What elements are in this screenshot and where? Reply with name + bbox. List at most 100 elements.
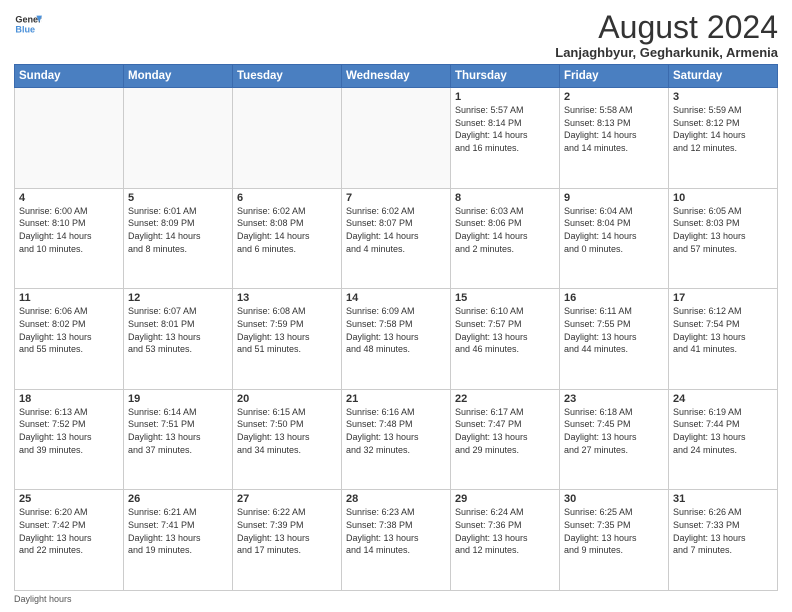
day-number-11: 11 [19, 292, 119, 304]
day-number-18: 18 [19, 393, 119, 405]
day-number-25: 25 [19, 493, 119, 505]
cell-1-5: 9Sunrise: 6:04 AM Sunset: 8:04 PM Daylig… [560, 188, 669, 289]
week-row-4: 25Sunrise: 6:20 AM Sunset: 7:42 PM Dayli… [15, 490, 778, 591]
header-saturday: Saturday [669, 65, 778, 88]
day-info-22: Sunrise: 6:17 AM Sunset: 7:47 PM Dayligh… [455, 406, 555, 456]
cell-1-6: 10Sunrise: 6:05 AM Sunset: 8:03 PM Dayli… [669, 188, 778, 289]
header-thursday: Thursday [451, 65, 560, 88]
week-row-3: 18Sunrise: 6:13 AM Sunset: 7:52 PM Dayli… [15, 389, 778, 490]
header-tuesday: Tuesday [233, 65, 342, 88]
cell-0-5: 2Sunrise: 5:58 AM Sunset: 8:13 PM Daylig… [560, 88, 669, 189]
cell-0-0 [15, 88, 124, 189]
day-info-23: Sunrise: 6:18 AM Sunset: 7:45 PM Dayligh… [564, 406, 664, 456]
day-info-24: Sunrise: 6:19 AM Sunset: 7:44 PM Dayligh… [673, 406, 773, 456]
cell-4-2: 27Sunrise: 6:22 AM Sunset: 7:39 PM Dayli… [233, 490, 342, 591]
cell-2-3: 14Sunrise: 6:09 AM Sunset: 7:58 PM Dayli… [342, 289, 451, 390]
cell-3-6: 24Sunrise: 6:19 AM Sunset: 7:44 PM Dayli… [669, 389, 778, 490]
day-number-12: 12 [128, 292, 228, 304]
logo: General Blue General [14, 10, 45, 38]
day-info-16: Sunrise: 6:11 AM Sunset: 7:55 PM Dayligh… [564, 305, 664, 355]
day-info-25: Sunrise: 6:20 AM Sunset: 7:42 PM Dayligh… [19, 506, 119, 556]
day-info-21: Sunrise: 6:16 AM Sunset: 7:48 PM Dayligh… [346, 406, 446, 456]
cell-1-2: 6Sunrise: 6:02 AM Sunset: 8:08 PM Daylig… [233, 188, 342, 289]
day-number-31: 31 [673, 493, 773, 505]
cell-0-6: 3Sunrise: 5:59 AM Sunset: 8:12 PM Daylig… [669, 88, 778, 189]
cell-2-4: 15Sunrise: 6:10 AM Sunset: 7:57 PM Dayli… [451, 289, 560, 390]
cell-0-1 [124, 88, 233, 189]
day-info-15: Sunrise: 6:10 AM Sunset: 7:57 PM Dayligh… [455, 305, 555, 355]
day-info-27: Sunrise: 6:22 AM Sunset: 7:39 PM Dayligh… [237, 506, 337, 556]
day-number-15: 15 [455, 292, 555, 304]
header: General Blue General August 2024 Lanjagh… [14, 10, 778, 60]
day-number-13: 13 [237, 292, 337, 304]
page: General Blue General August 2024 Lanjagh… [0, 0, 792, 612]
cell-3-3: 21Sunrise: 6:16 AM Sunset: 7:48 PM Dayli… [342, 389, 451, 490]
cell-4-5: 30Sunrise: 6:25 AM Sunset: 7:35 PM Dayli… [560, 490, 669, 591]
day-info-6: Sunrise: 6:02 AM Sunset: 8:08 PM Dayligh… [237, 205, 337, 255]
cell-2-2: 13Sunrise: 6:08 AM Sunset: 7:59 PM Dayli… [233, 289, 342, 390]
day-number-16: 16 [564, 292, 664, 304]
day-number-2: 2 [564, 91, 664, 103]
day-number-6: 6 [237, 192, 337, 204]
title-block: August 2024 Lanjaghbyur, Gegharkunik, Ar… [555, 10, 778, 60]
header-wednesday: Wednesday [342, 65, 451, 88]
calendar-header-row: SundayMondayTuesdayWednesdayThursdayFrid… [15, 65, 778, 88]
day-number-1: 1 [455, 91, 555, 103]
day-info-8: Sunrise: 6:03 AM Sunset: 8:06 PM Dayligh… [455, 205, 555, 255]
daylight-note: Daylight hours [14, 594, 72, 604]
day-info-29: Sunrise: 6:24 AM Sunset: 7:36 PM Dayligh… [455, 506, 555, 556]
cell-1-1: 5Sunrise: 6:01 AM Sunset: 8:09 PM Daylig… [124, 188, 233, 289]
cell-2-0: 11Sunrise: 6:06 AM Sunset: 8:02 PM Dayli… [15, 289, 124, 390]
day-number-3: 3 [673, 91, 773, 103]
cell-4-6: 31Sunrise: 6:26 AM Sunset: 7:33 PM Dayli… [669, 490, 778, 591]
location: Lanjaghbyur, Gegharkunik, Armenia [555, 45, 778, 60]
day-info-10: Sunrise: 6:05 AM Sunset: 8:03 PM Dayligh… [673, 205, 773, 255]
header-friday: Friday [560, 65, 669, 88]
day-info-5: Sunrise: 6:01 AM Sunset: 8:09 PM Dayligh… [128, 205, 228, 255]
cell-0-2 [233, 88, 342, 189]
calendar-table: SundayMondayTuesdayWednesdayThursdayFrid… [14, 64, 778, 591]
day-info-19: Sunrise: 6:14 AM Sunset: 7:51 PM Dayligh… [128, 406, 228, 456]
day-info-17: Sunrise: 6:12 AM Sunset: 7:54 PM Dayligh… [673, 305, 773, 355]
cell-4-1: 26Sunrise: 6:21 AM Sunset: 7:41 PM Dayli… [124, 490, 233, 591]
cell-2-1: 12Sunrise: 6:07 AM Sunset: 8:01 PM Dayli… [124, 289, 233, 390]
day-number-30: 30 [564, 493, 664, 505]
cell-2-6: 17Sunrise: 6:12 AM Sunset: 7:54 PM Dayli… [669, 289, 778, 390]
day-number-9: 9 [564, 192, 664, 204]
day-info-3: Sunrise: 5:59 AM Sunset: 8:12 PM Dayligh… [673, 104, 773, 154]
day-number-21: 21 [346, 393, 446, 405]
cell-3-4: 22Sunrise: 6:17 AM Sunset: 7:47 PM Dayli… [451, 389, 560, 490]
day-number-17: 17 [673, 292, 773, 304]
day-number-22: 22 [455, 393, 555, 405]
day-number-7: 7 [346, 192, 446, 204]
month-title: August 2024 [555, 10, 778, 45]
day-number-28: 28 [346, 493, 446, 505]
day-info-2: Sunrise: 5:58 AM Sunset: 8:13 PM Dayligh… [564, 104, 664, 154]
cell-4-3: 28Sunrise: 6:23 AM Sunset: 7:38 PM Dayli… [342, 490, 451, 591]
day-info-18: Sunrise: 6:13 AM Sunset: 7:52 PM Dayligh… [19, 406, 119, 456]
day-info-9: Sunrise: 6:04 AM Sunset: 8:04 PM Dayligh… [564, 205, 664, 255]
cell-1-4: 8Sunrise: 6:03 AM Sunset: 8:06 PM Daylig… [451, 188, 560, 289]
day-number-8: 8 [455, 192, 555, 204]
cell-4-4: 29Sunrise: 6:24 AM Sunset: 7:36 PM Dayli… [451, 490, 560, 591]
logo-icon: General Blue [14, 10, 42, 38]
day-info-4: Sunrise: 6:00 AM Sunset: 8:10 PM Dayligh… [19, 205, 119, 255]
cell-3-5: 23Sunrise: 6:18 AM Sunset: 7:45 PM Dayli… [560, 389, 669, 490]
day-number-14: 14 [346, 292, 446, 304]
day-info-11: Sunrise: 6:06 AM Sunset: 8:02 PM Dayligh… [19, 305, 119, 355]
cell-0-3 [342, 88, 451, 189]
week-row-2: 11Sunrise: 6:06 AM Sunset: 8:02 PM Dayli… [15, 289, 778, 390]
day-number-19: 19 [128, 393, 228, 405]
cell-4-0: 25Sunrise: 6:20 AM Sunset: 7:42 PM Dayli… [15, 490, 124, 591]
footer-note: Daylight hours [14, 594, 778, 604]
day-info-7: Sunrise: 6:02 AM Sunset: 8:07 PM Dayligh… [346, 205, 446, 255]
day-info-28: Sunrise: 6:23 AM Sunset: 7:38 PM Dayligh… [346, 506, 446, 556]
svg-text:Blue: Blue [15, 24, 35, 34]
cell-2-5: 16Sunrise: 6:11 AM Sunset: 7:55 PM Dayli… [560, 289, 669, 390]
day-number-4: 4 [19, 192, 119, 204]
week-row-0: 1Sunrise: 5:57 AM Sunset: 8:14 PM Daylig… [15, 88, 778, 189]
day-number-24: 24 [673, 393, 773, 405]
cell-3-1: 19Sunrise: 6:14 AM Sunset: 7:51 PM Dayli… [124, 389, 233, 490]
day-info-26: Sunrise: 6:21 AM Sunset: 7:41 PM Dayligh… [128, 506, 228, 556]
header-monday: Monday [124, 65, 233, 88]
